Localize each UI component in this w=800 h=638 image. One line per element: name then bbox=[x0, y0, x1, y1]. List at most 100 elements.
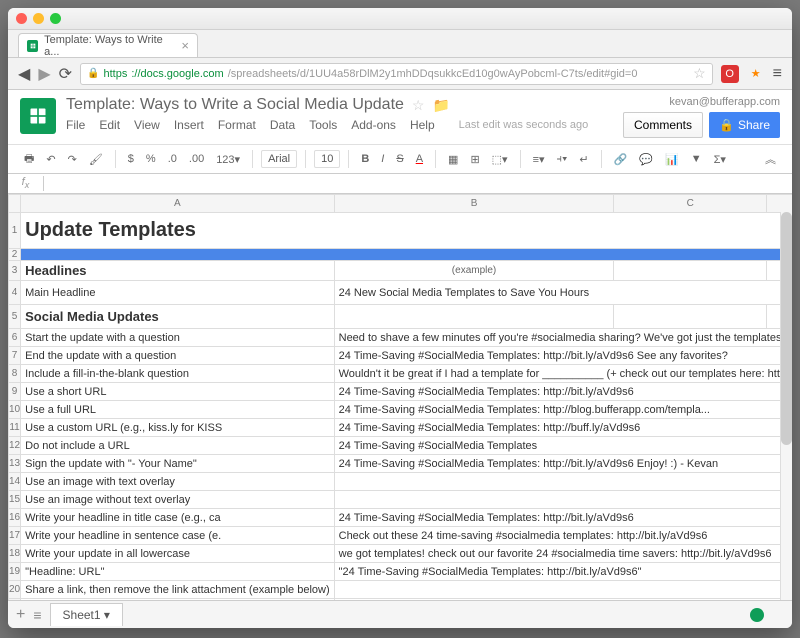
paint-format-icon[interactable]: 🖌 bbox=[85, 150, 107, 169]
row-header-17[interactable]: 17 bbox=[9, 527, 21, 545]
cell-B15[interactable] bbox=[334, 491, 792, 509]
collapse-toolbar-icon[interactable]: ︽ bbox=[761, 148, 780, 170]
extension-icon-1[interactable]: O bbox=[721, 65, 739, 83]
currency-icon[interactable]: $ bbox=[124, 150, 138, 168]
window-close-button[interactable] bbox=[16, 13, 27, 24]
cell-B19[interactable]: "24 Time-Saving #SocialMedia Templates: … bbox=[334, 563, 792, 581]
undo-icon[interactable]: ↶ bbox=[42, 150, 59, 169]
cell-A18[interactable]: Write your update in all lowercase bbox=[21, 545, 335, 563]
column-header-A[interactable]: A bbox=[21, 195, 335, 213]
row-header-8[interactable]: 8 bbox=[9, 365, 21, 383]
percent-icon[interactable]: % bbox=[142, 150, 160, 168]
text-color-icon[interactable]: A bbox=[412, 150, 427, 168]
cell-A3[interactable]: Headlines bbox=[21, 261, 335, 281]
menu-edit[interactable]: Edit bbox=[99, 118, 120, 132]
menu-add-ons[interactable]: Add-ons bbox=[351, 118, 396, 132]
bookmark-icon[interactable]: ☆ bbox=[693, 65, 706, 82]
user-email[interactable]: kevan@bufferapp.com bbox=[623, 96, 780, 108]
cell-B11[interactable]: 24 Time-Saving #SocialMedia Templates: h… bbox=[334, 419, 792, 437]
chart-icon[interactable]: 📊 bbox=[661, 150, 683, 169]
comments-button[interactable]: Comments bbox=[623, 112, 703, 138]
menu-icon[interactable]: ≡ bbox=[773, 65, 782, 83]
cell-A6[interactable]: Start the update with a question bbox=[21, 329, 335, 347]
merge-icon[interactable]: ⬚▾ bbox=[488, 150, 512, 169]
menu-help[interactable]: Help bbox=[410, 118, 435, 132]
reload-button[interactable]: ⟳ bbox=[59, 64, 72, 84]
cell-B17[interactable]: Check out these 24 time-saving #socialme… bbox=[334, 527, 792, 545]
cell-A17[interactable]: Write your headline in sentence case (e. bbox=[21, 527, 335, 545]
extension-icon-2[interactable]: ★ bbox=[747, 65, 765, 83]
font-size-select[interactable]: 10 bbox=[314, 150, 340, 168]
row-header-5[interactable]: 5 bbox=[9, 305, 21, 329]
row-header-10[interactable]: 10 bbox=[9, 401, 21, 419]
cell-A21[interactable]: No text at all (example below) bbox=[21, 599, 335, 601]
functions-icon[interactable]: Σ▾ bbox=[710, 150, 730, 169]
cell-B20[interactable] bbox=[334, 581, 792, 599]
all-sheets-button[interactable]: ≡ bbox=[33, 607, 41, 623]
row-header-21[interactable]: 21 bbox=[9, 599, 21, 601]
window-maximize-button[interactable] bbox=[50, 13, 61, 24]
sheets-logo[interactable] bbox=[20, 98, 56, 134]
row-header-18[interactable]: 18 bbox=[9, 545, 21, 563]
row-header-6[interactable]: 6 bbox=[9, 329, 21, 347]
cell-B3[interactable]: (example) bbox=[334, 261, 614, 281]
cell-A8[interactable]: Include a fill-in-the-blank question bbox=[21, 365, 335, 383]
tab-close-icon[interactable]: × bbox=[181, 38, 189, 53]
window-minimize-button[interactable] bbox=[33, 13, 44, 24]
cell-A12[interactable]: Do not include a URL bbox=[21, 437, 335, 455]
row-header-4[interactable]: 4 bbox=[9, 281, 21, 305]
column-header-C[interactable]: C bbox=[614, 195, 767, 213]
cell-B21[interactable] bbox=[334, 599, 792, 601]
forward-button[interactable]: ▶ bbox=[38, 64, 50, 84]
link-icon[interactable]: 🔗 bbox=[610, 150, 632, 169]
cell-B12[interactable]: 24 Time-Saving #SocialMedia Templates bbox=[334, 437, 792, 455]
borders-icon[interactable]: ⊞ bbox=[466, 150, 483, 169]
column-header-B[interactable]: B bbox=[334, 195, 614, 213]
cell-A16[interactable]: Write your headline in title case (e.g.,… bbox=[21, 509, 335, 527]
cell-A10[interactable]: Use a full URL bbox=[21, 401, 335, 419]
cell-A20[interactable]: Share a link, then remove the link attac… bbox=[21, 581, 335, 599]
row-header-11[interactable]: 11 bbox=[9, 419, 21, 437]
strike-icon[interactable]: S bbox=[392, 150, 407, 168]
wrap-icon[interactable]: ↵ bbox=[575, 150, 592, 169]
cell-B9[interactable]: 24 Time-Saving #SocialMedia Templates: h… bbox=[334, 383, 792, 401]
row-header-9[interactable]: 9 bbox=[9, 383, 21, 401]
cell-A9[interactable]: Use a short URL bbox=[21, 383, 335, 401]
menu-view[interactable]: View bbox=[134, 118, 160, 132]
row-header-20[interactable]: 20 bbox=[9, 581, 21, 599]
italic-icon[interactable]: I bbox=[377, 150, 388, 168]
spreadsheet-grid[interactable]: ABCDEF1Update Templates23Headlines(examp… bbox=[8, 194, 792, 600]
row-header-15[interactable]: 15 bbox=[9, 491, 21, 509]
cell-A14[interactable]: Use an image with text overlay bbox=[21, 473, 335, 491]
vertical-scrollbar[interactable] bbox=[780, 212, 792, 600]
back-button[interactable]: ◀ bbox=[18, 64, 30, 84]
cell-A1[interactable]: Update Templates bbox=[21, 213, 792, 249]
add-sheet-button[interactable]: + bbox=[16, 606, 25, 624]
cell-A19[interactable]: "Headline: URL" bbox=[21, 563, 335, 581]
font-select[interactable]: Arial bbox=[261, 150, 297, 168]
cell-A2[interactable] bbox=[21, 249, 792, 261]
menu-data[interactable]: Data bbox=[270, 118, 295, 132]
cell-A15[interactable]: Use an image without text overlay bbox=[21, 491, 335, 509]
row-header-14[interactable]: 14 bbox=[9, 473, 21, 491]
menu-format[interactable]: Format bbox=[218, 118, 256, 132]
row-header-1[interactable]: 1 bbox=[9, 213, 21, 249]
cell-B4[interactable]: 24 New Social Media Templates to Save Yo… bbox=[334, 281, 792, 305]
row-header-12[interactable]: 12 bbox=[9, 437, 21, 455]
redo-icon[interactable]: ↷ bbox=[64, 150, 81, 169]
select-all-cell[interactable] bbox=[9, 195, 21, 213]
filter-icon[interactable]: ▼ bbox=[687, 150, 706, 168]
decimal-decrease-icon[interactable]: .0 bbox=[164, 150, 181, 168]
cell-B13[interactable]: 24 Time-Saving #SocialMedia Templates: h… bbox=[334, 455, 792, 473]
row-header-3[interactable]: 3 bbox=[9, 261, 21, 281]
share-button[interactable]: 🔒Share bbox=[709, 112, 780, 138]
document-title[interactable]: Template: Ways to Write a Social Media U… bbox=[66, 96, 404, 114]
fill-color-icon[interactable]: ▦ bbox=[444, 150, 462, 169]
cell-A7[interactable]: End the update with a question bbox=[21, 347, 335, 365]
cell-B14[interactable] bbox=[334, 473, 792, 491]
comment-icon[interactable]: 💬 bbox=[635, 150, 657, 169]
row-header-2[interactable]: 2 bbox=[9, 249, 21, 261]
star-icon[interactable]: ☆ bbox=[412, 97, 425, 114]
cell-A11[interactable]: Use a custom URL (e.g., kiss.ly for KISS bbox=[21, 419, 335, 437]
cell-B10[interactable]: 24 Time-Saving #SocialMedia Templates: h… bbox=[334, 401, 792, 419]
